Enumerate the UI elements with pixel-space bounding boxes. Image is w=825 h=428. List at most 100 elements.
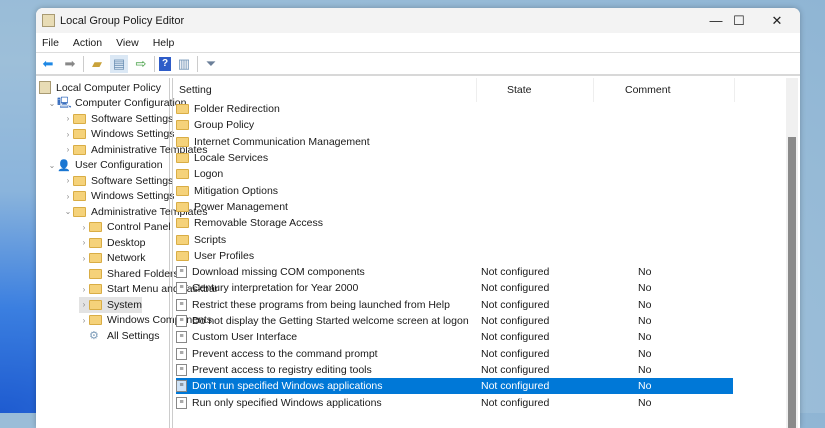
- folder-icon: [73, 113, 86, 124]
- list-row[interactable]: ≡ Do not display the Getting Started welc…: [176, 313, 733, 329]
- tree-item[interactable]: ⚙ All Settings: [79, 328, 160, 344]
- back-icon[interactable]: ⬅: [39, 55, 57, 73]
- column-divider[interactable]: [734, 78, 735, 102]
- list-row[interactable]: Internet Communication Management: [176, 134, 733, 150]
- list-row[interactable]: ≡ Run only specified Windows applications…: [176, 394, 733, 410]
- setting-state: Not configured: [481, 331, 550, 344]
- close-button[interactable]: ✕: [754, 8, 800, 33]
- chevron-right-icon[interactable]: ›: [79, 254, 89, 263]
- list-row[interactable]: User Profiles: [176, 248, 733, 264]
- folder-icon: [176, 120, 189, 131]
- setting-state: Not configured: [481, 298, 550, 311]
- folder-icon: [176, 136, 189, 147]
- folder-icon: [73, 129, 86, 140]
- list-row[interactable]: Scripts: [176, 231, 733, 247]
- up-folder-icon[interactable]: ▰: [88, 55, 106, 73]
- setting-state: Not configured: [481, 347, 550, 360]
- list-row[interactable]: Mitigation Options: [176, 183, 733, 199]
- column-header-setting[interactable]: Setting: [179, 78, 212, 102]
- list-row[interactable]: ≡ Download missing COM components Not conf…: [176, 264, 733, 280]
- list-row[interactable]: Folder Redirection: [176, 101, 733, 117]
- menu-action[interactable]: Action: [73, 37, 102, 49]
- chevron-down-icon[interactable]: ⌄: [47, 99, 57, 108]
- tree-item[interactable]: › Software Settings: [63, 111, 174, 127]
- scrollbar-thumb[interactable]: [788, 137, 796, 428]
- chevron-down-icon[interactable]: ⌄: [63, 207, 73, 216]
- chevron-right-icon[interactable]: ›: [79, 223, 89, 232]
- tree-item[interactable]: › Control Panel: [79, 220, 171, 236]
- list-row[interactable]: Logon: [176, 166, 733, 182]
- navigation-tree: Local Computer Policy ⌄ 🖳 Computer Configur…: [36, 78, 218, 428]
- menu-view[interactable]: View: [116, 37, 139, 49]
- policy-setting-icon: ≡: [176, 363, 187, 376]
- vertical-scrollbar[interactable]: [786, 78, 798, 428]
- list-row[interactable]: Removable Storage Access: [176, 215, 733, 231]
- tree-item[interactable]: › Network: [79, 251, 146, 267]
- list-row[interactable]: ≡ Custom User Interface Not configured No: [176, 329, 733, 345]
- tree-item[interactable]: › Desktop: [79, 235, 146, 251]
- tree-item[interactable]: ⌄ 🖳 Computer Configuration: [47, 96, 187, 112]
- chevron-right-icon[interactable]: ›: [63, 114, 73, 123]
- setting-name: Don't run specified Windows applications: [192, 380, 383, 393]
- chevron-right-icon[interactable]: ›: [79, 316, 89, 325]
- list-row[interactable]: ≡ Prevent access to registry editing tool…: [176, 362, 733, 378]
- tree-item[interactable]: › System: [79, 297, 143, 313]
- folder-icon: [73, 191, 86, 202]
- export-list-icon[interactable]: ⇨: [132, 55, 150, 73]
- folder-icon: [73, 144, 86, 155]
- chevron-right-icon[interactable]: ›: [63, 192, 73, 201]
- tree-item[interactable]: Shared Folders: [79, 266, 179, 282]
- list-row[interactable]: Locale Services: [176, 150, 733, 166]
- tree-item[interactable]: › Windows Settings: [63, 189, 175, 205]
- chevron-right-icon[interactable]: ›: [79, 285, 89, 294]
- help-icon[interactable]: ?: [159, 56, 171, 71]
- chevron-right-icon[interactable]: ›: [63, 130, 73, 139]
- tree-item-label: Windows Settings: [91, 190, 175, 203]
- folder-icon: [176, 250, 189, 261]
- settings-list: Setting State Comment Folder Redirection…: [172, 78, 798, 428]
- tree-item-label: Local Computer Policy: [56, 81, 162, 94]
- tree-item-label: Software Settings: [91, 112, 174, 125]
- setting-name: Mitigation Options: [194, 184, 279, 197]
- column-divider[interactable]: [476, 78, 477, 102]
- tree-item[interactable]: ⌄ 👤 User Configuration: [47, 158, 163, 174]
- setting-state: Not configured: [481, 363, 550, 376]
- setting-comment: No: [638, 363, 652, 376]
- list-row[interactable]: Group Policy: [176, 117, 733, 133]
- tree-item-label: System: [107, 298, 143, 311]
- column-divider[interactable]: [593, 78, 594, 102]
- filter-icon[interactable]: ⏷: [202, 55, 220, 73]
- user-icon: 👤: [57, 159, 71, 172]
- tree-item-label: Computer Configuration: [75, 97, 187, 110]
- list-row[interactable]: ≡ Prevent access to the command prompt Not…: [176, 346, 733, 362]
- chevron-down-icon[interactable]: ⌄: [47, 161, 57, 170]
- setting-name: Download missing COM components: [192, 266, 365, 279]
- policy-setting-icon: ≡: [176, 282, 187, 295]
- column-header-state[interactable]: State: [507, 78, 532, 102]
- menu-file[interactable]: File: [42, 37, 59, 49]
- setting-comment: No: [638, 396, 652, 409]
- tree-item-label: Software Settings: [91, 174, 174, 187]
- chevron-right-icon[interactable]: ›: [63, 145, 73, 154]
- tree-item[interactable]: › Software Settings: [63, 173, 174, 189]
- folder-icon: [176, 185, 189, 196]
- list-row[interactable]: ≡ Century interpretation for Year 2000 Not…: [176, 280, 733, 296]
- tree-item[interactable]: › Windows Settings: [63, 127, 175, 143]
- list-row[interactable]: Power Management: [176, 199, 733, 215]
- list-row[interactable]: ≡ Restrict these programs from being laun…: [176, 297, 733, 313]
- menu-help[interactable]: Help: [153, 37, 175, 49]
- chevron-right-icon[interactable]: ›: [79, 238, 89, 247]
- setting-name: Group Policy: [194, 119, 255, 132]
- tree-item-label: Desktop: [107, 236, 146, 249]
- show-hide-tree-icon[interactable]: ▤: [110, 54, 128, 73]
- list-row[interactable]: ≡ Don't run specified Windows application…: [176, 378, 733, 395]
- forward-icon[interactable]: ➡: [61, 55, 79, 73]
- column-header-comment[interactable]: Comment: [625, 78, 671, 102]
- tree-item[interactable]: Local Computer Policy: [39, 80, 161, 96]
- title-bar: Local Group Policy Editor: [36, 8, 800, 33]
- toolbar-separator: [197, 55, 198, 72]
- chevron-right-icon[interactable]: ›: [79, 300, 89, 309]
- setting-name: Run only specified Windows applications: [192, 396, 382, 409]
- action-pane-icon[interactable]: ▥: [175, 55, 193, 73]
- chevron-right-icon[interactable]: ›: [63, 176, 73, 185]
